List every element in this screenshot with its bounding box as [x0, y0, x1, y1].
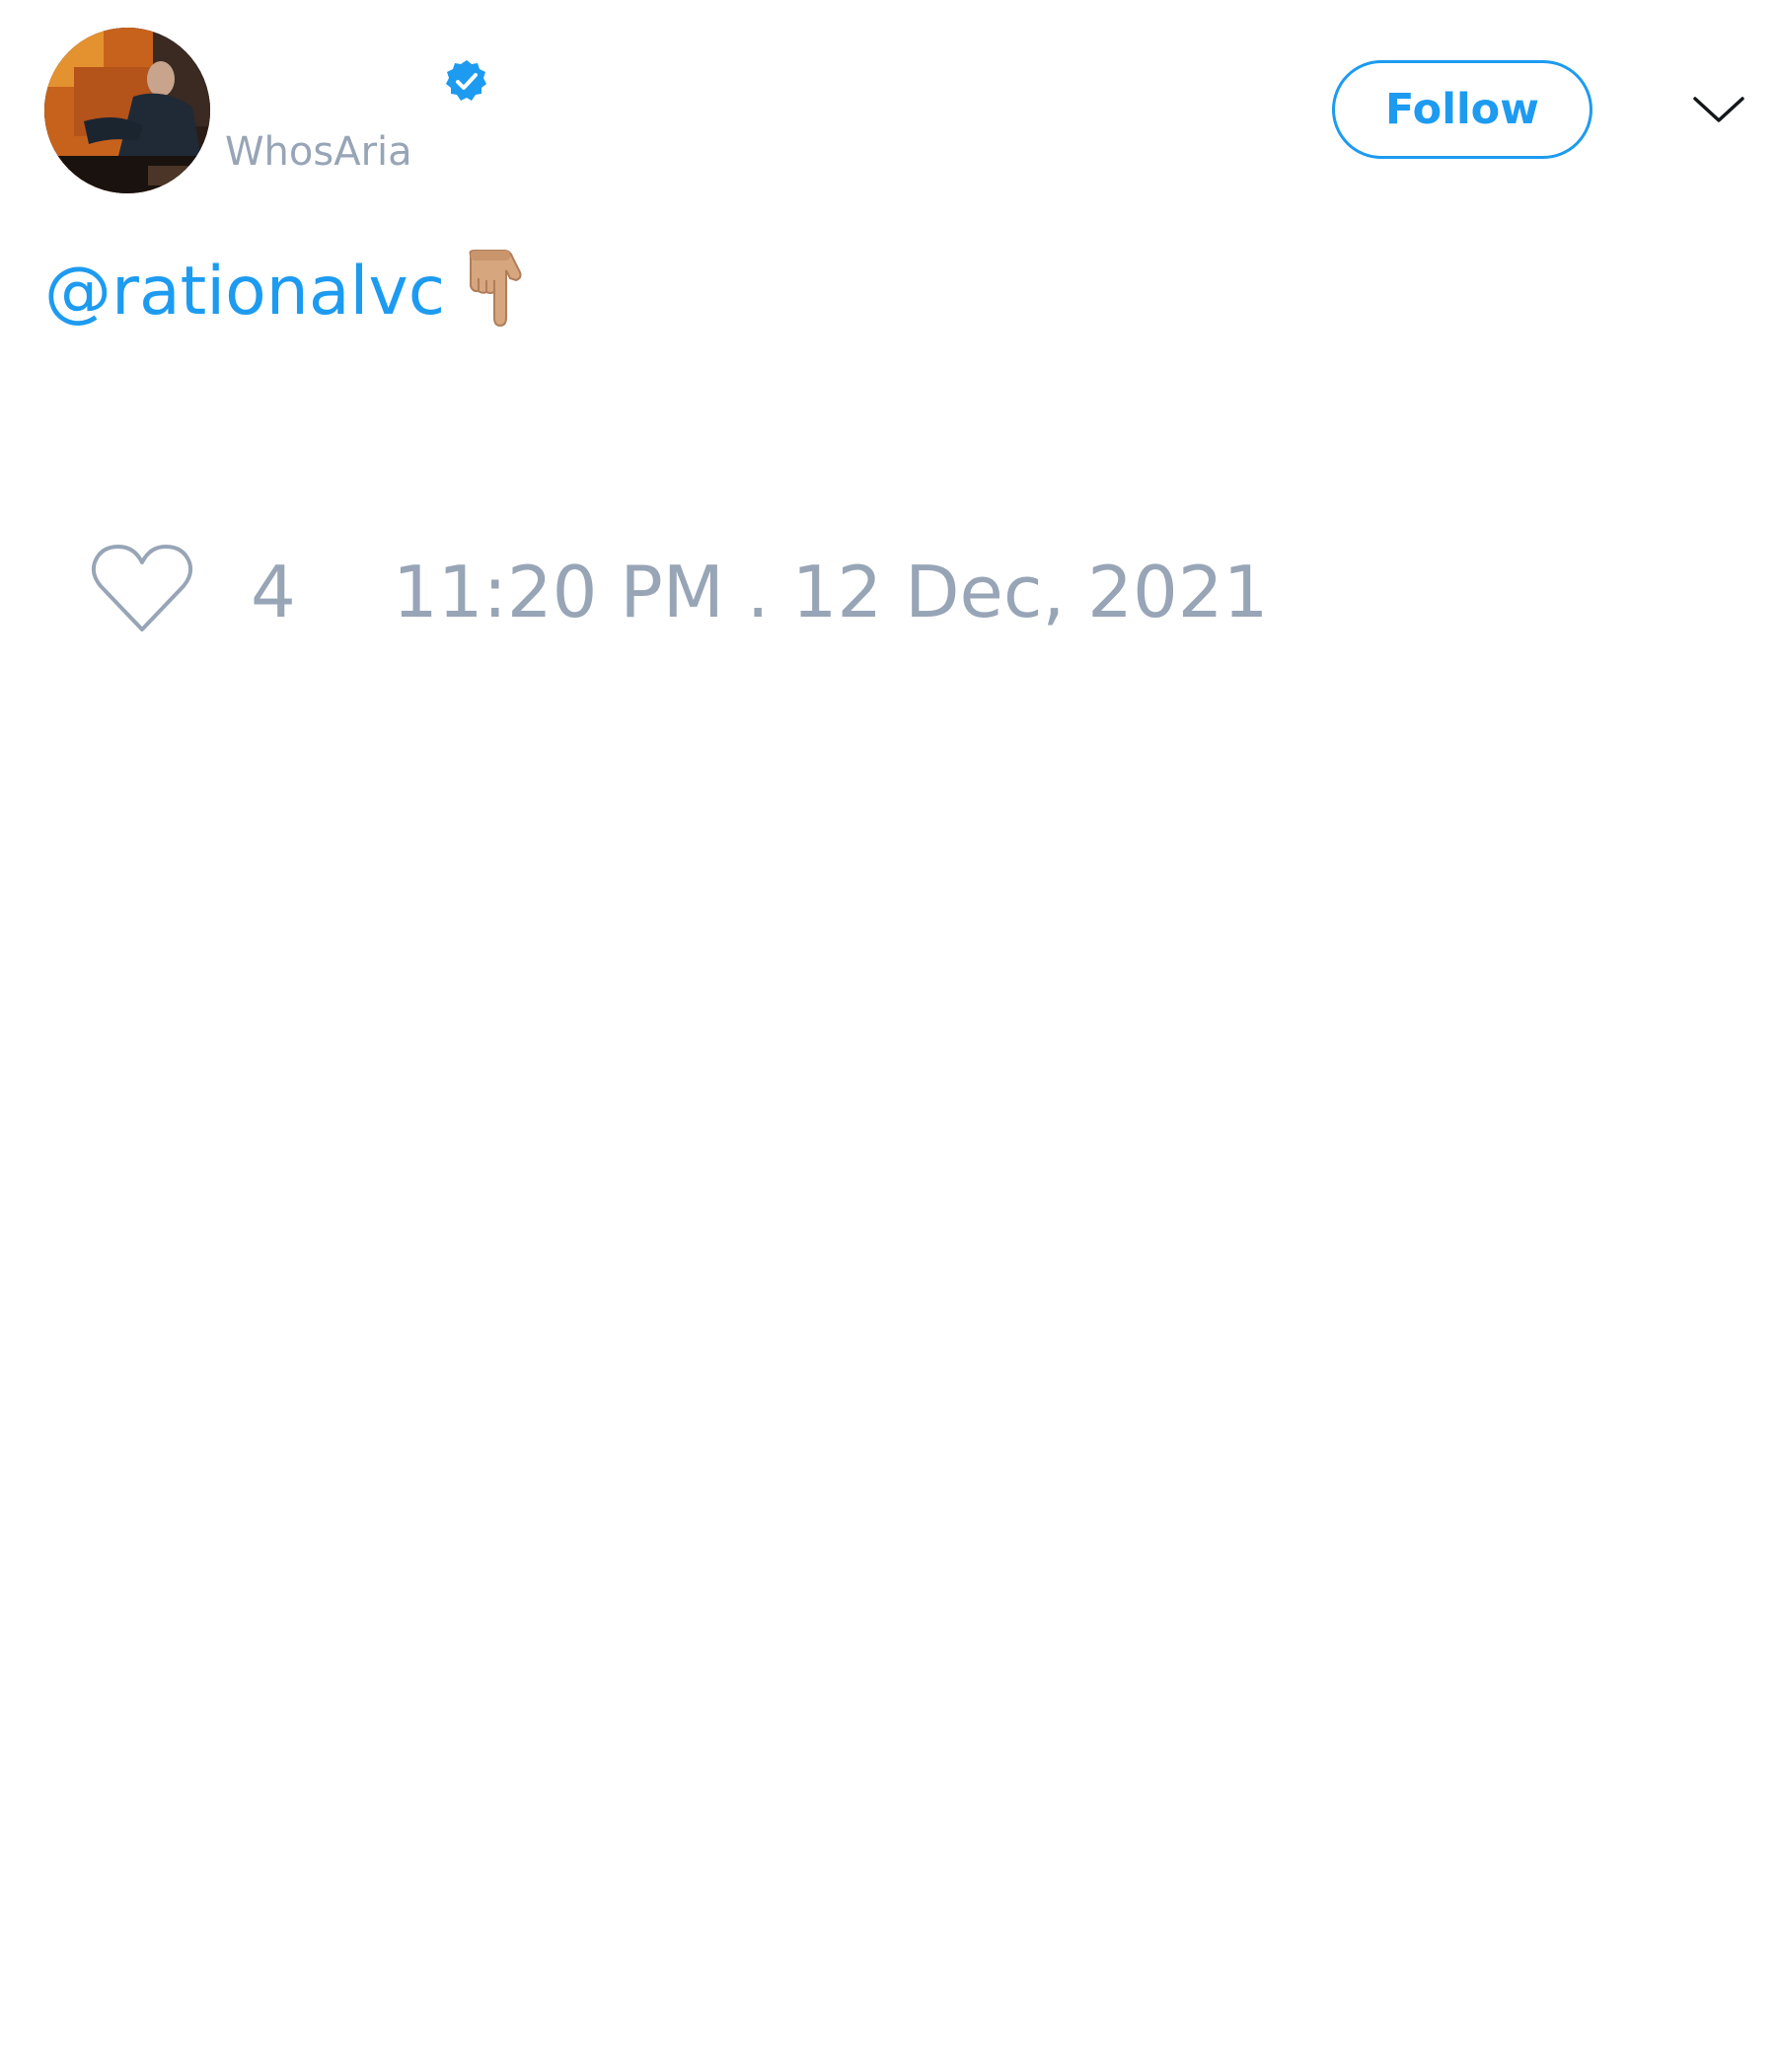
- pointing-down-emoji-icon: [469, 250, 522, 328]
- mention-link[interactable]: @rationalvc: [44, 253, 445, 331]
- heart-icon[interactable]: [89, 541, 195, 635]
- user-handle[interactable]: WhosAria: [225, 126, 412, 178]
- like-count: 4: [251, 551, 296, 633]
- tweet-footer: 4 11:20 PM . 12 Dec, 2021: [0, 533, 1776, 651]
- tweet-text: @rationalvc: [44, 249, 530, 332]
- avatar[interactable]: [44, 28, 210, 193]
- timestamp[interactable]: 11:20 PM . 12 Dec, 2021: [393, 551, 1268, 633]
- avatar-photo: [44, 28, 210, 193]
- chevron-down-icon[interactable]: [1689, 89, 1748, 128]
- verified-badge-icon: [446, 60, 486, 101]
- follow-button[interactable]: Follow: [1332, 60, 1592, 159]
- tweet-card: WhosAria Follow @rationalvc 4 11:20 PM .…: [0, 0, 1776, 2072]
